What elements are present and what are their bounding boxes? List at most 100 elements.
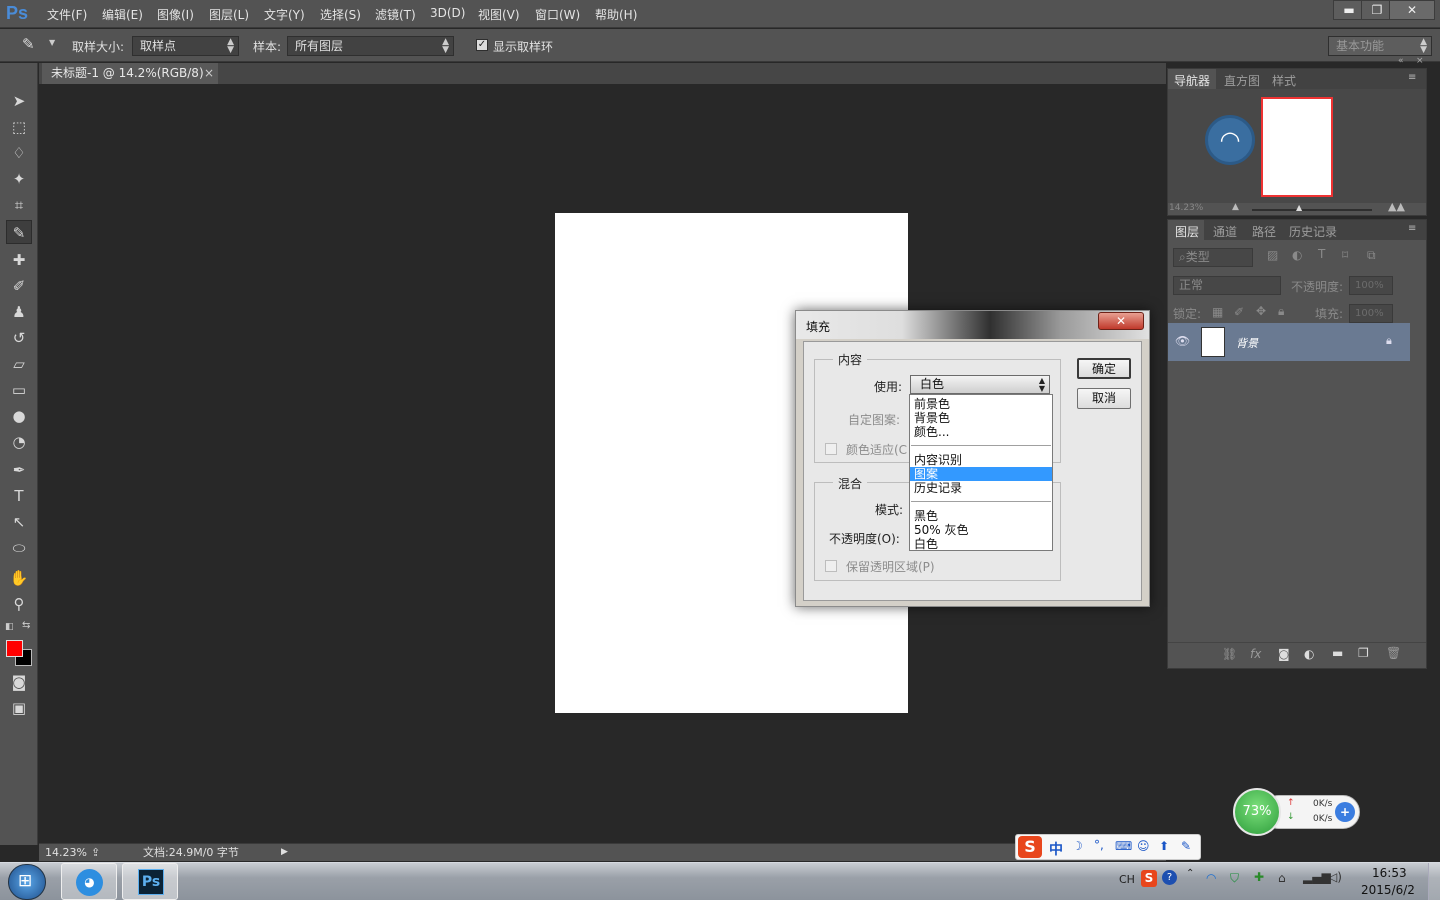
signal-strength-icon[interactable]: ▂▄▆ <box>1303 870 1331 884</box>
menu-edit[interactable]: 编辑(E) <box>102 6 143 23</box>
lock-position-icon[interactable]: ✥ <box>1256 304 1266 318</box>
default-colors-icon[interactable]: ◧ <box>5 622 14 632</box>
menu-select[interactable]: 选择(S) <box>320 6 361 23</box>
gradient-tool-icon[interactable]: ▭ <box>6 378 32 402</box>
antivirus-icon[interactable]: ✚ <box>1254 870 1264 884</box>
tool-preset-chevron-icon[interactable]: ▼ <box>49 38 55 47</box>
punctuation-icon[interactable]: °, <box>1094 838 1104 852</box>
pen-tool-icon[interactable]: ✒ <box>6 458 32 482</box>
help-icon[interactable]: ? <box>1162 870 1177 885</box>
panel-menu-icon[interactable]: ≡ <box>1408 223 1416 234</box>
sample-size-select[interactable]: 取样点 ▲ ▼ <box>132 36 239 56</box>
opacity-field[interactable]: 100% <box>1349 276 1393 295</box>
menu-3d[interactable]: 3D(D) <box>430 6 465 20</box>
adjustment-layer-icon[interactable]: ◐ <box>1304 647 1314 661</box>
hand-tool-icon[interactable]: ✋ <box>6 566 32 590</box>
lock-transparent-icon[interactable]: ▦ <box>1212 305 1223 319</box>
layer-filter-select[interactable]: ⌕类型 <box>1173 248 1253 267</box>
blend-mode-select[interactable]: 正常 <box>1173 276 1281 295</box>
zoom-in-icon[interactable]: ▲▲ <box>1388 200 1405 213</box>
network-tray-icon[interactable]: ⌂ <box>1278 871 1286 885</box>
option-foreground-color[interactable]: 前景色 <box>910 397 1052 411</box>
lock-pixels-icon[interactable]: ✐ <box>1234 305 1244 319</box>
filter-type-icon[interactable]: T <box>1318 247 1325 261</box>
collapse-panels-icon[interactable]: « <box>1398 56 1404 66</box>
security-shield-icon[interactable]: ⛉ <box>1230 871 1239 886</box>
status-menu-arrow-icon[interactable]: ▶ <box>281 844 288 861</box>
menu-file[interactable]: 文件(F) <box>47 6 87 23</box>
close-panels-icon[interactable]: × <box>1416 56 1424 66</box>
use-select[interactable]: 白色 ▲ ▼ <box>910 375 1050 394</box>
dialog-title-bar[interactable]: 填充 ✕ <box>796 311 1149 339</box>
menu-window[interactable]: 窗口(W) <box>535 6 580 23</box>
start-button[interactable]: ⊞ <box>8 864 46 900</box>
layer-row-background[interactable]: 👁︎ 背景 🔒︎ <box>1168 323 1410 361</box>
option-color[interactable]: 颜色... <box>910 425 1052 439</box>
document-tab[interactable]: 未标题-1 @ 14.2%(RGB/8) × <box>42 63 218 84</box>
crop-tool-icon[interactable]: ⌗ <box>6 193 32 217</box>
option-history[interactable]: 历史记录 <box>910 481 1052 495</box>
taskbar-browser[interactable]: ◕ <box>61 863 117 900</box>
show-ring-checkbox[interactable]: ✓ <box>476 39 488 51</box>
tab-layers[interactable]: 图层 <box>1175 223 1199 240</box>
sample-select[interactable]: 所有图层 ▲ ▼ <box>287 36 454 56</box>
new-layer-icon[interactable]: ❐ <box>1358 646 1369 660</box>
lasso-tool-icon[interactable]: ♢ <box>6 141 32 165</box>
option-pattern[interactable]: 图案 <box>910 467 1052 481</box>
taskbar-photoshop[interactable]: Ps <box>122 863 178 900</box>
memory-usage-ball[interactable]: 73% <box>1233 788 1281 836</box>
tab-styles[interactable]: 样式 <box>1272 72 1296 89</box>
foreground-color-swatch[interactable] <box>6 640 23 657</box>
fill-field[interactable]: 100% <box>1349 304 1393 323</box>
delete-layer-icon[interactable]: 🗑︎ <box>1386 646 1401 660</box>
close-tab-icon[interactable]: × <box>204 63 214 84</box>
eraser-tool-icon[interactable]: ▱ <box>6 352 32 376</box>
tab-history[interactable]: 历史记录 <box>1289 223 1337 240</box>
wifi-icon[interactable]: ◠ <box>1205 115 1255 165</box>
filter-smart-object-icon[interactable]: ⧉ <box>1367 248 1376 263</box>
add-mask-icon[interactable]: ◙ <box>1278 647 1290 661</box>
tab-histogram[interactable]: 直方图 <box>1224 72 1260 89</box>
zoom-level[interactable]: 14.23% <box>45 844 87 861</box>
eyedropper-tool-icon[interactable]: ✎ <box>6 220 32 244</box>
layer-name[interactable]: 背景 <box>1236 335 1258 351</box>
path-selection-tool-icon[interactable]: ↖ <box>6 510 32 534</box>
menu-view[interactable]: 视图(V) <box>478 6 520 23</box>
clock-time[interactable]: 16:53 <box>1372 866 1407 880</box>
option-black[interactable]: 黑色 <box>910 509 1052 523</box>
eyedropper-icon[interactable]: ✎ <box>22 35 35 53</box>
stamp-tool-icon[interactable]: ♟ <box>6 300 32 324</box>
new-group-icon[interactable]: ▬ <box>1332 646 1343 660</box>
export-icon[interactable]: ⇪ <box>91 844 100 861</box>
menu-help[interactable]: 帮助(H) <box>595 6 637 23</box>
show-desktop-button[interactable] <box>1428 863 1440 900</box>
filter-adjustment-icon[interactable]: ◐ <box>1292 248 1302 262</box>
history-brush-tool-icon[interactable]: ↺ <box>6 326 32 350</box>
filter-pixel-icon[interactable]: ▨ <box>1267 248 1278 262</box>
skin-icon[interactable]: ⬆ <box>1159 839 1169 853</box>
ime-mode[interactable]: 中 <box>1049 839 1063 859</box>
menu-image[interactable]: 图像(I) <box>157 6 194 23</box>
zoom-out-icon[interactable]: ▲ <box>1232 202 1239 212</box>
workspace-select[interactable]: 基本功能 ▲ ▼ <box>1328 36 1432 56</box>
menu-filter[interactable]: 滤镜(T) <box>375 6 416 23</box>
close-button[interactable]: ✕ <box>1389 0 1435 20</box>
ime-tray-icon[interactable]: S <box>1141 870 1157 887</box>
color-adapt-checkbox[interactable] <box>825 443 837 455</box>
zoom-tool-icon[interactable]: ⚲ <box>6 592 32 616</box>
filter-shape-icon[interactable]: ⌑ <box>1342 248 1348 262</box>
marquee-tool-icon[interactable]: ⬚ <box>6 115 32 139</box>
option-background-color[interactable]: 背景色 <box>910 411 1052 425</box>
wifi-tray-icon[interactable]: ◠ <box>1206 871 1216 885</box>
type-tool-icon[interactable]: T <box>6 484 32 508</box>
fx-icon[interactable]: fx <box>1250 647 1261 661</box>
navigator-zoom[interactable]: 14.23% <box>1169 203 1203 213</box>
zoom-slider-track[interactable] <box>1252 209 1372 211</box>
ime-logo[interactable]: S <box>1018 836 1042 858</box>
tab-channels[interactable]: 通道 <box>1213 223 1237 240</box>
magic-wand-tool-icon[interactable]: ✦ <box>6 167 32 191</box>
tools-icon[interactable]: ✎ <box>1181 839 1191 853</box>
clock-date[interactable]: 2015/6/2 <box>1361 883 1415 897</box>
half-width-icon[interactable]: ☽ <box>1072 839 1083 853</box>
panel-menu-icon[interactable]: ≡ <box>1408 72 1416 83</box>
